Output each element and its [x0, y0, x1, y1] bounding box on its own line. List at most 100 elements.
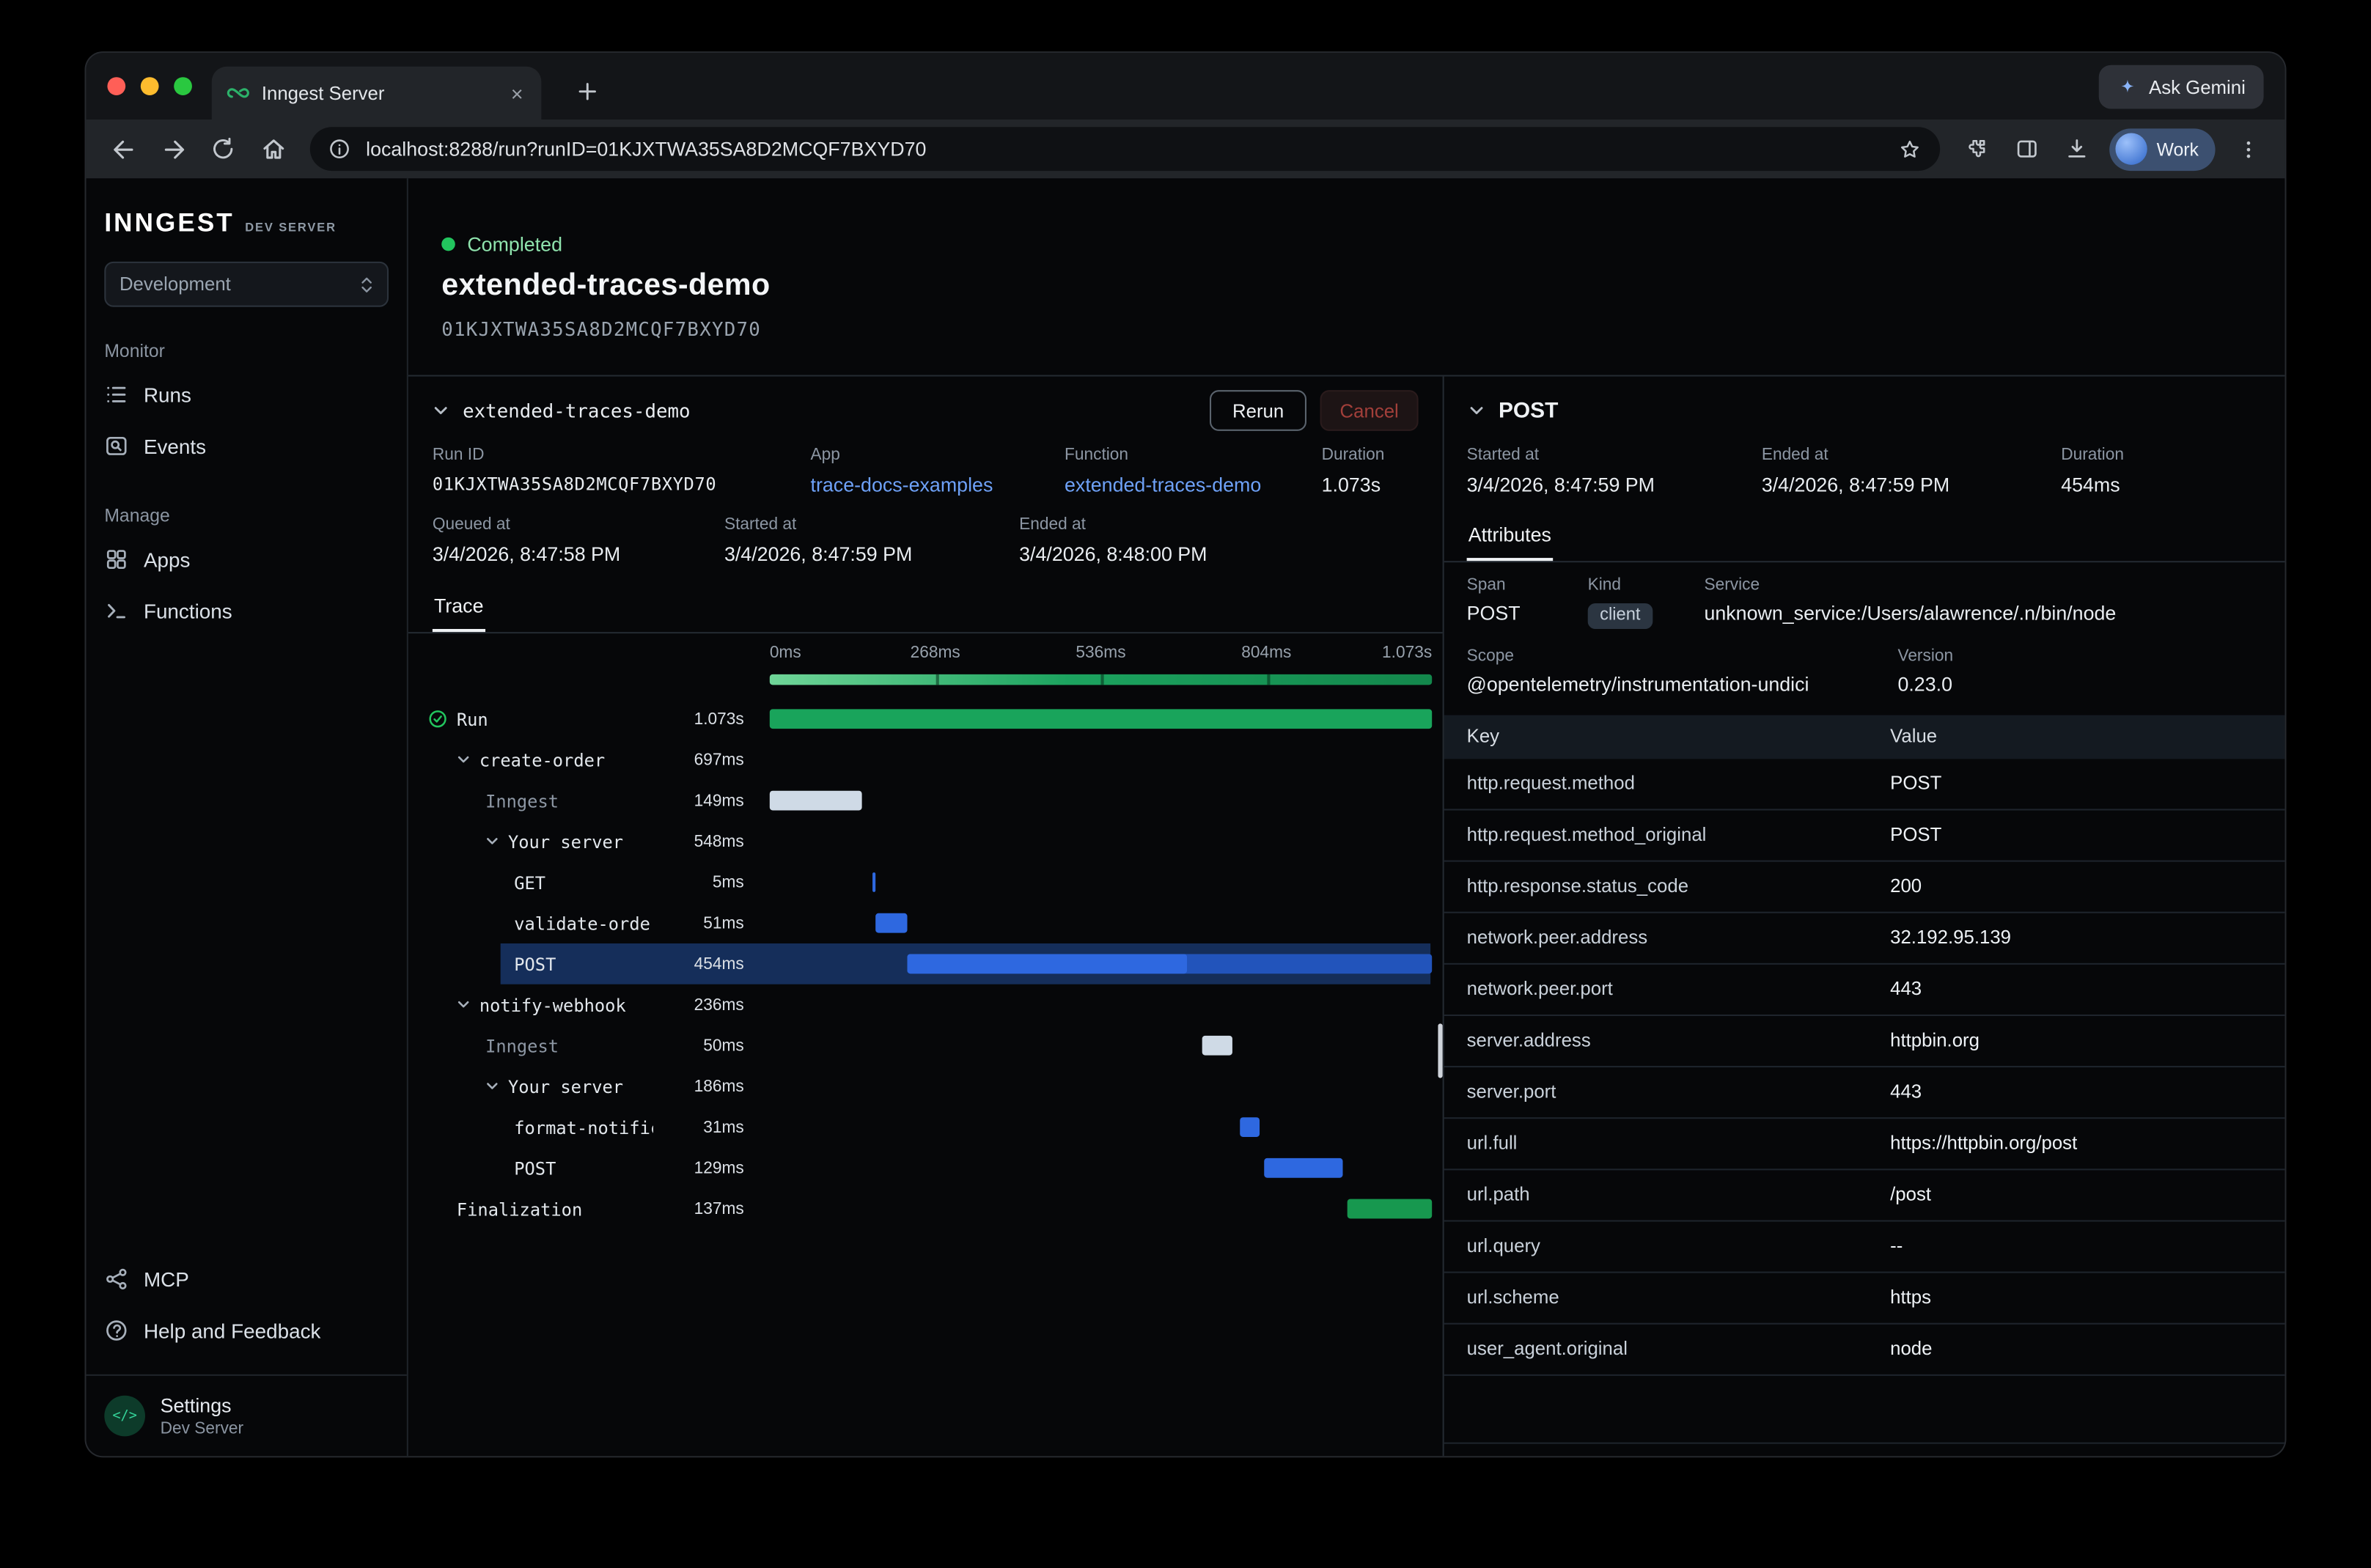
trace-row-get[interactable]: GET5ms — [408, 862, 1443, 903]
sidebar-item-help-and-feedback[interactable]: Help and Feedback — [87, 1305, 407, 1356]
span-bar-track — [770, 1066, 1432, 1107]
trace-row-format-notifica[interactable]: format-notifica…31ms — [408, 1107, 1443, 1148]
meta-started-at: Started at3/4/2026, 8:47:59 PM — [724, 515, 1019, 565]
sidebar-item-label: Apps — [144, 548, 190, 571]
sidebar-item-functions[interactable]: Functions — [87, 585, 407, 636]
trace-row-inngest[interactable]: Inngest149ms — [408, 780, 1443, 821]
scrollbar-thumb[interactable] — [1438, 1023, 1442, 1078]
tab-close-icon[interactable]: × — [508, 82, 526, 103]
trace-row-notify-webhook[interactable]: notify-webhook236ms — [408, 984, 1443, 1026]
minimap-tick — [1101, 674, 1104, 685]
settings-button[interactable]: </> Settings Dev Server — [87, 1374, 407, 1456]
timeline-minimap[interactable] — [770, 674, 1432, 685]
span-bar-track — [770, 740, 1432, 781]
trace-row-post[interactable]: POST129ms — [408, 1147, 1443, 1188]
trace-row-your-server[interactable]: Your server548ms — [408, 821, 1443, 862]
chevron-down-icon[interactable] — [433, 402, 449, 419]
environment-value: Development — [120, 273, 231, 295]
meta-label: Ended at — [1762, 446, 2061, 464]
trace-row-inngest[interactable]: Inngest50ms — [408, 1025, 1443, 1066]
sidebar-item-runs[interactable]: Runs — [87, 369, 407, 420]
meta-value: 0.23.0 — [1897, 672, 2262, 695]
trace-row-run[interactable]: Run1.073s — [408, 699, 1443, 740]
tab-attributes[interactable]: Attributes — [1467, 515, 1553, 561]
attribute-key: network.peer.address — [1467, 927, 1891, 948]
meta-label: Duration — [1322, 446, 1419, 464]
desktop: Inngest Server × Ask Gemini — [0, 0, 2371, 1568]
span-tabs: Attributes — [1444, 515, 2285, 562]
meta-value[interactable]: trace-docs-examples — [811, 474, 1065, 496]
axis-tick-label: 1.073s — [1382, 644, 1432, 663]
menu-kebab-icon[interactable] — [2226, 127, 2270, 171]
forward-button[interactable] — [151, 127, 195, 171]
sidebar-item-apps[interactable]: Apps — [87, 534, 407, 585]
chevron-down-icon[interactable] — [485, 835, 499, 849]
site-info-icon[interactable] — [328, 138, 351, 161]
meta-value[interactable]: extended-traces-demo — [1065, 474, 1322, 496]
events-icon — [104, 434, 128, 458]
meta-label: Started at — [1467, 446, 1762, 464]
chevron-down-icon[interactable] — [485, 1080, 499, 1094]
zoom-window-button[interactable] — [174, 77, 192, 95]
inngest-logo: INNGEST — [104, 209, 235, 239]
attribute-key: url.scheme — [1467, 1287, 1891, 1308]
chevron-down-icon[interactable] — [457, 753, 471, 767]
environment-select[interactable]: Development — [104, 262, 389, 307]
back-button[interactable] — [101, 127, 145, 171]
chevron-down-icon[interactable] — [457, 998, 471, 1012]
attribute-value: /post — [1890, 1184, 1931, 1205]
meta-value: POST — [1467, 602, 1588, 625]
side-panel-icon[interactable] — [2005, 127, 2049, 171]
meta-service: Serviceunknown_service:/Users/alawrence/… — [1704, 576, 2262, 628]
tab-trace[interactable]: Trace — [433, 586, 485, 632]
meta-duration: Duration454ms — [2061, 446, 2262, 496]
trace-row-post-selected[interactable]: POST454ms — [408, 943, 1443, 984]
profile-chip[interactable]: Work — [2110, 128, 2216, 170]
trace-row-label: Run — [408, 708, 653, 729]
sidebar-item-label: Runs — [144, 383, 191, 406]
meta-scope: Scope@opentelemetry/instrumentation-undi… — [1467, 647, 1898, 695]
chevron-down-icon[interactable] — [1468, 402, 1485, 419]
meta-run-id: Run ID01KJXTWA35SA8D2MCQF7BXYD70 — [433, 446, 811, 496]
span-bar-track — [770, 1188, 1432, 1229]
span-summary: SpanPOSTKindclientServiceunknown_service… — [1444, 562, 2285, 698]
meta-span: SpanPOST — [1467, 576, 1588, 628]
attribute-key: network.peer.port — [1467, 978, 1891, 999]
cancel-button[interactable]: Cancel — [1320, 390, 1419, 431]
downloads-icon[interactable] — [2055, 127, 2099, 171]
span-bar-track — [770, 780, 1432, 821]
span-duration: 50ms — [653, 1037, 744, 1055]
meta-label: Started at — [724, 515, 1019, 534]
trace-row-label: format-notifica… — [408, 1116, 653, 1138]
browser-tab[interactable]: Inngest Server × — [212, 67, 542, 119]
address-bar[interactable]: localhost:8288/run?runID=01KJXTWA35SA8D2… — [310, 127, 1941, 171]
trace-row-your-server[interactable]: Your server186ms — [408, 1066, 1443, 1107]
close-window-button[interactable] — [107, 77, 125, 95]
extensions-icon[interactable] — [1955, 127, 1999, 171]
meta-label: App — [811, 446, 1065, 464]
span-bar-track — [770, 1025, 1432, 1066]
home-button[interactable] — [251, 127, 295, 171]
trace-meta-row-2: Queued at3/4/2026, 8:47:58 PMStarted at3… — [433, 515, 1419, 565]
trace-row-validate-order[interactable]: validate-order51ms — [408, 902, 1443, 943]
logo-row: INNGEST DEV SERVER — [87, 209, 407, 239]
meta-started-at: Started at3/4/2026, 8:47:59 PM — [1467, 446, 1762, 496]
reload-button[interactable] — [201, 127, 245, 171]
span-bar-track — [770, 1147, 1432, 1188]
attribute-value: 200 — [1890, 875, 1922, 897]
bookmark-star-icon[interactable] — [1898, 137, 1922, 161]
main-content: Completed extended-traces-demo 01KJXTWA3… — [408, 178, 2285, 1456]
sidebar-item-label: Functions — [144, 600, 232, 622]
trace-row-create-order[interactable]: create-order697ms — [408, 740, 1443, 781]
minimize-window-button[interactable] — [141, 77, 159, 95]
kind-badge: client — [1588, 603, 1653, 628]
attribute-value: POST — [1890, 773, 1941, 794]
ask-gemini-button[interactable]: Ask Gemini — [2099, 65, 2264, 109]
attribute-row-http-request-method-original: http.request.method_originalPOST — [1444, 809, 2285, 861]
new-tab-button[interactable] — [564, 68, 609, 114]
rerun-button[interactable]: Rerun — [1210, 390, 1306, 431]
sidebar-item-events[interactable]: Events — [87, 420, 407, 471]
run-header: Completed extended-traces-demo 01KJXTWA3… — [408, 178, 2285, 375]
sidebar-item-mcp[interactable]: MCP — [87, 1254, 407, 1305]
trace-row-finalization[interactable]: Finalization137ms — [408, 1188, 1443, 1229]
